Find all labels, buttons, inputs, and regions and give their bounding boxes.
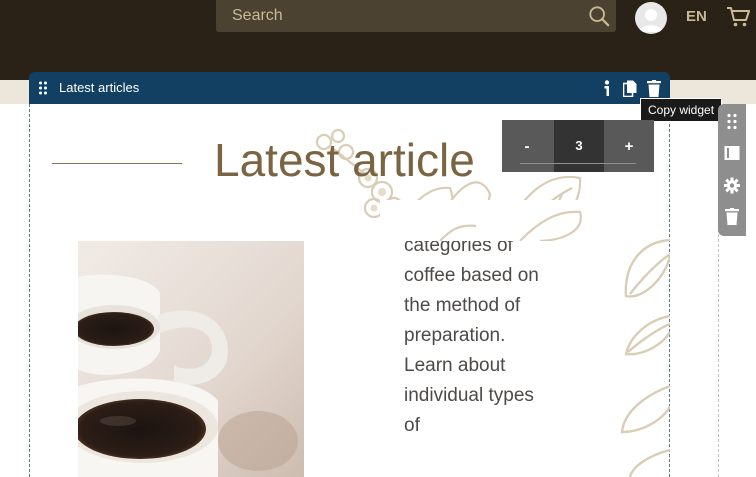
widget-side-panel xyxy=(718,104,746,236)
layout-icon[interactable] xyxy=(724,145,740,162)
leaf-decoration-right xyxy=(620,238,670,477)
drag-handle-icon[interactable] xyxy=(724,113,740,130)
drag-handle-icon[interactable] xyxy=(38,81,48,95)
user-avatar-icon[interactable] xyxy=(635,2,667,34)
search-icon[interactable] xyxy=(588,5,610,27)
article-excerpt: categories of coffee based on the method… xyxy=(404,235,539,436)
search-bar xyxy=(216,0,616,32)
info-icon[interactable] xyxy=(600,80,614,97)
section-heading: Latest article xyxy=(214,134,475,186)
copy-widget-tooltip: Copy widget xyxy=(640,98,723,122)
search-input[interactable] xyxy=(216,0,576,32)
widget-toolbar: Latest articles xyxy=(29,72,670,104)
widget-title: Latest articles xyxy=(59,80,140,95)
increment-button[interactable]: + xyxy=(604,120,654,172)
heading-rule xyxy=(52,163,182,164)
cart-icon[interactable] xyxy=(726,6,750,28)
article-image-coffee-cups[interactable] xyxy=(78,241,304,477)
gear-icon[interactable] xyxy=(724,177,740,194)
trash-icon[interactable] xyxy=(647,80,661,97)
stepper-underline xyxy=(520,163,636,164)
text-scroll-mask xyxy=(380,200,600,243)
decrement-button[interactable]: - xyxy=(502,120,552,172)
stepper-value[interactable]: 3 xyxy=(554,120,604,172)
language-switcher[interactable]: EN xyxy=(686,8,707,25)
copy-icon[interactable] xyxy=(623,80,637,97)
article-count-stepper: - 3 + xyxy=(502,120,654,172)
trash-icon[interactable] xyxy=(724,208,740,225)
